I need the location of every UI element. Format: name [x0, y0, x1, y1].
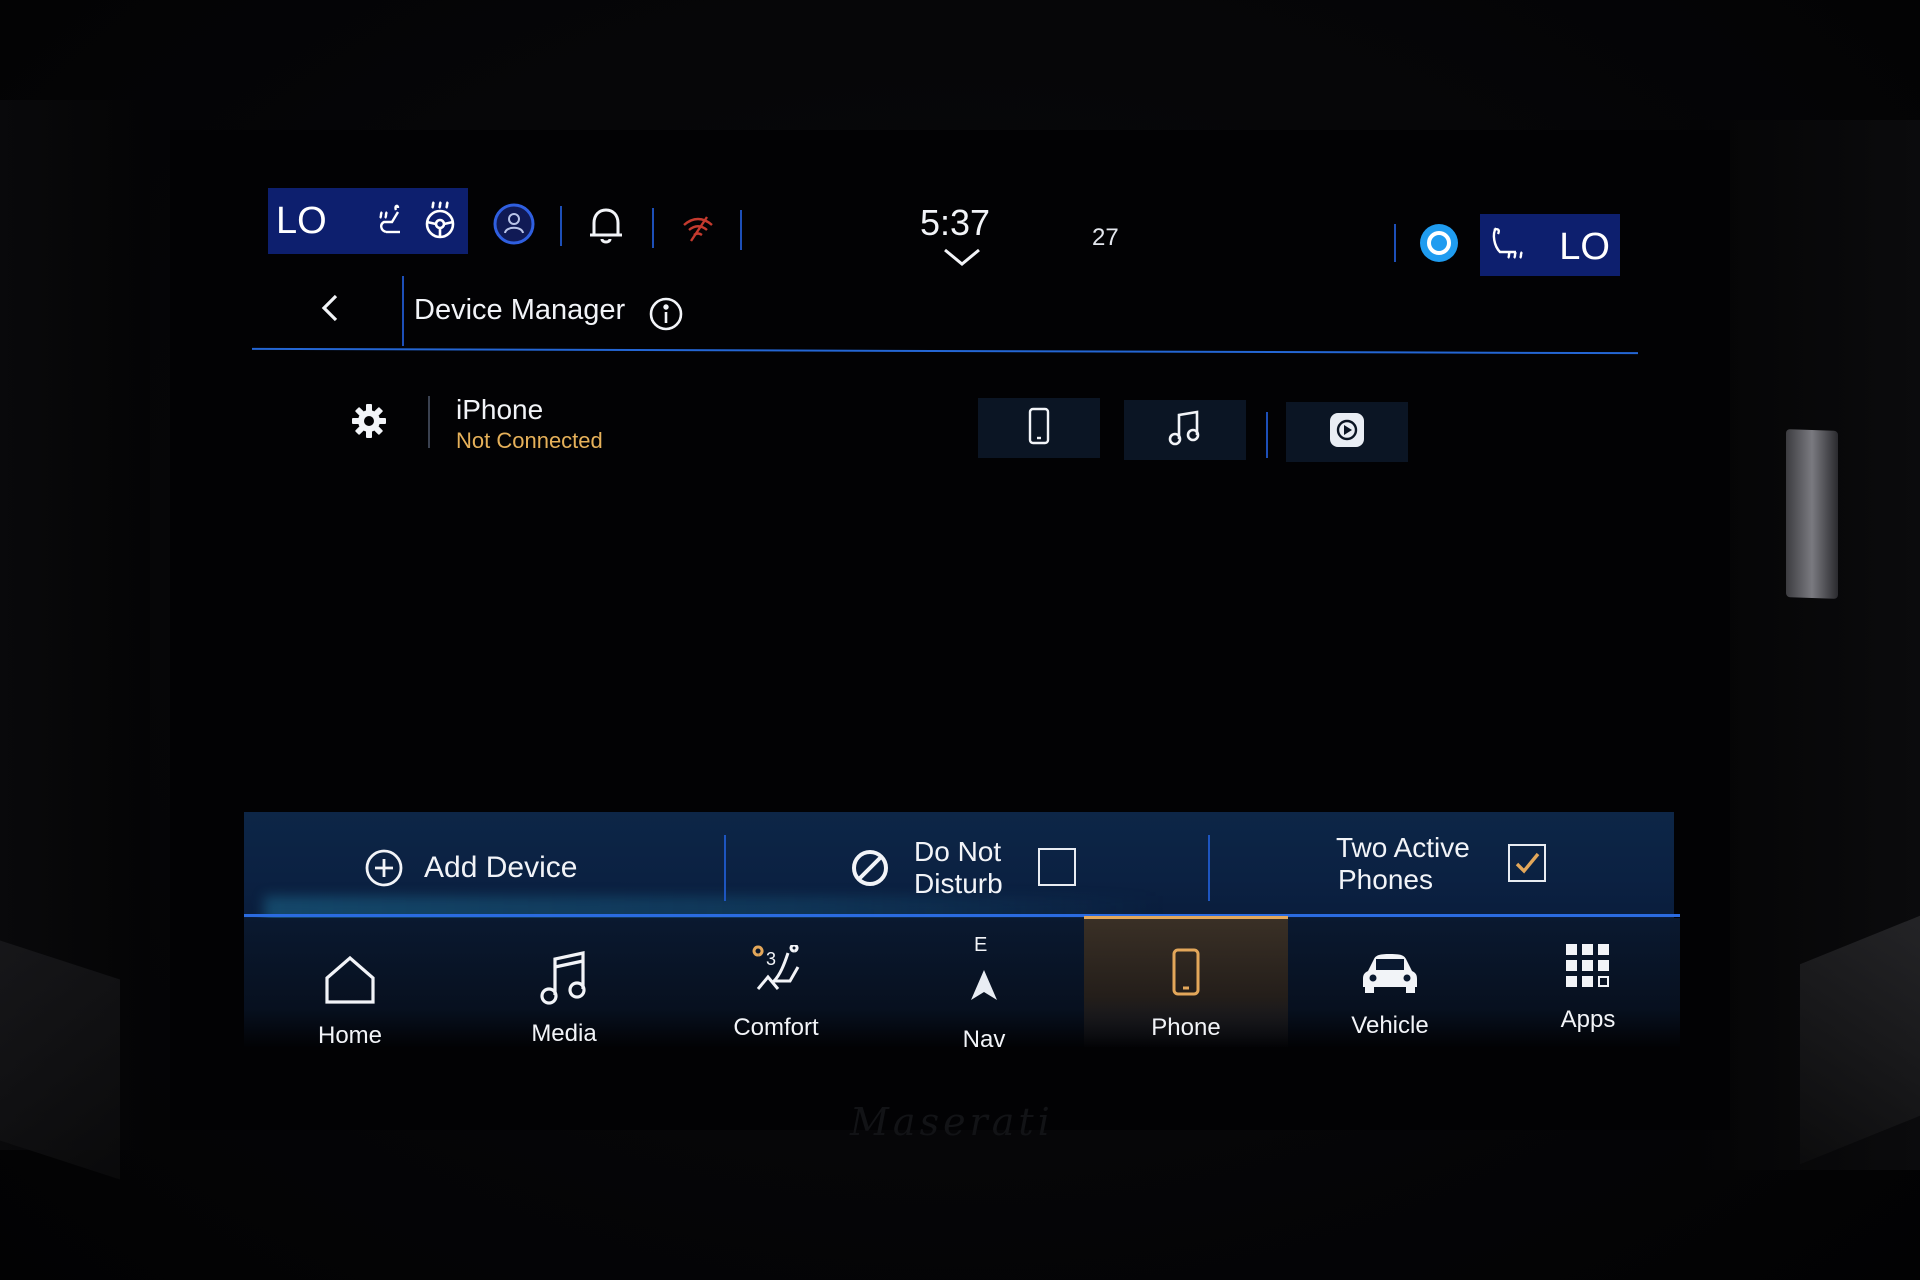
music-note-icon — [540, 942, 588, 1014]
two-phones-label-line1: Two Active — [1336, 832, 1470, 863]
dnd-label-line1: Do Not — [914, 836, 1002, 867]
chevron-down-icon[interactable] — [942, 246, 982, 273]
chevron-left-icon — [318, 292, 342, 329]
home-icon — [322, 944, 378, 1016]
device-divider — [1266, 412, 1268, 458]
music-note-icon — [1168, 409, 1202, 452]
brand-watermark: Maserati — [850, 1100, 1054, 1144]
driver-temp-label: LO — [276, 199, 327, 242]
seat-fan-icon: 3 — [744, 938, 808, 1010]
status-divider — [652, 208, 654, 248]
nav-home[interactable]: Home — [300, 944, 400, 1050]
nav-comfort[interactable]: 3 Comfort — [716, 938, 836, 1042]
bell-icon[interactable] — [584, 202, 628, 248]
seat-heat-icon[interactable] — [372, 202, 412, 247]
nav-vehicle-label: Vehicle — [1351, 1012, 1429, 1039]
info-icon[interactable] — [648, 296, 684, 337]
two-active-phones-toggle[interactable]: Two Active Phones — [1336, 832, 1470, 896]
nav-vehicle[interactable]: Vehicle — [1340, 936, 1440, 1040]
nav-phone[interactable]: Phone — [1136, 936, 1236, 1042]
phone-icon — [1171, 936, 1201, 1008]
air-vent-left — [0, 940, 120, 1180]
clock[interactable]: 5:37 — [920, 202, 990, 244]
voice-assistant-icon[interactable] — [1418, 222, 1460, 264]
action-divider — [1208, 835, 1210, 901]
nav-active-indicator — [1084, 916, 1288, 919]
steering-heat-icon[interactable] — [420, 200, 460, 247]
apps-grid-icon — [1564, 930, 1612, 1002]
page-title: Device Manager — [414, 294, 626, 326]
nav-media[interactable]: Media — [514, 942, 614, 1048]
action-divider — [724, 835, 726, 901]
nav-nav[interactable]: Nav — [934, 950, 1034, 1054]
carplay-icon — [1328, 411, 1366, 454]
nav-nav-label: Nav — [962, 1026, 1006, 1053]
outside-temperature: 27 — [1092, 224, 1119, 251]
nav-comfort-label: Comfort — [733, 1014, 819, 1041]
phone-profile-button[interactable] — [978, 398, 1100, 458]
add-device-label: Add Device — [424, 851, 578, 884]
device-status: Not Connected — [456, 428, 603, 453]
device-divider — [428, 396, 430, 448]
do-not-disturb-toggle[interactable]: Do Not Disturb — [850, 836, 1003, 900]
two-phones-label-line2: Phones — [1338, 864, 1433, 895]
nav-apps-label: Apps — [1560, 1006, 1616, 1033]
two-phones-checkbox[interactable] — [1508, 844, 1546, 882]
do-not-disturb-icon — [850, 848, 890, 888]
nav-home-label: Home — [317, 1022, 383, 1049]
carplay-profile-button[interactable] — [1286, 402, 1408, 462]
passenger-temp-label: LO — [1559, 226, 1610, 268]
dnd-checkbox[interactable] — [1038, 848, 1076, 886]
action-bar-divider — [244, 914, 1680, 917]
device-name[interactable]: iPhone — [456, 394, 543, 426]
nav-media-label: Media — [531, 1020, 597, 1047]
nav-phone-label: Phone — [1151, 1014, 1221, 1041]
driver-climate-button[interactable]: LO — [268, 188, 468, 254]
status-divider — [560, 206, 562, 246]
passenger-climate-button[interactable]: LO — [1480, 214, 1620, 276]
back-button[interactable] — [308, 288, 352, 332]
side-trim — [1786, 429, 1838, 599]
driver-profile-icon[interactable] — [492, 202, 536, 246]
navigation-arrow-icon — [967, 950, 1001, 1022]
no-wifi-icon — [680, 212, 716, 244]
gear-icon[interactable] — [350, 402, 388, 445]
passenger-seat-heat-icon[interactable] — [1486, 224, 1530, 269]
media-profile-button[interactable] — [1124, 400, 1246, 460]
add-device-button[interactable]: Add Device — [364, 848, 577, 888]
svg-text:3: 3 — [766, 949, 776, 969]
dnd-label-line2: Disturb — [914, 868, 1003, 899]
status-divider — [1394, 224, 1396, 262]
nav-apps[interactable]: Apps — [1538, 930, 1638, 1034]
status-divider — [740, 210, 742, 250]
phone-icon — [1028, 407, 1050, 450]
plus-circle-icon — [364, 848, 404, 888]
header-divider — [402, 276, 404, 346]
car-icon — [1360, 936, 1420, 1008]
checkmark-icon — [1512, 848, 1542, 883]
